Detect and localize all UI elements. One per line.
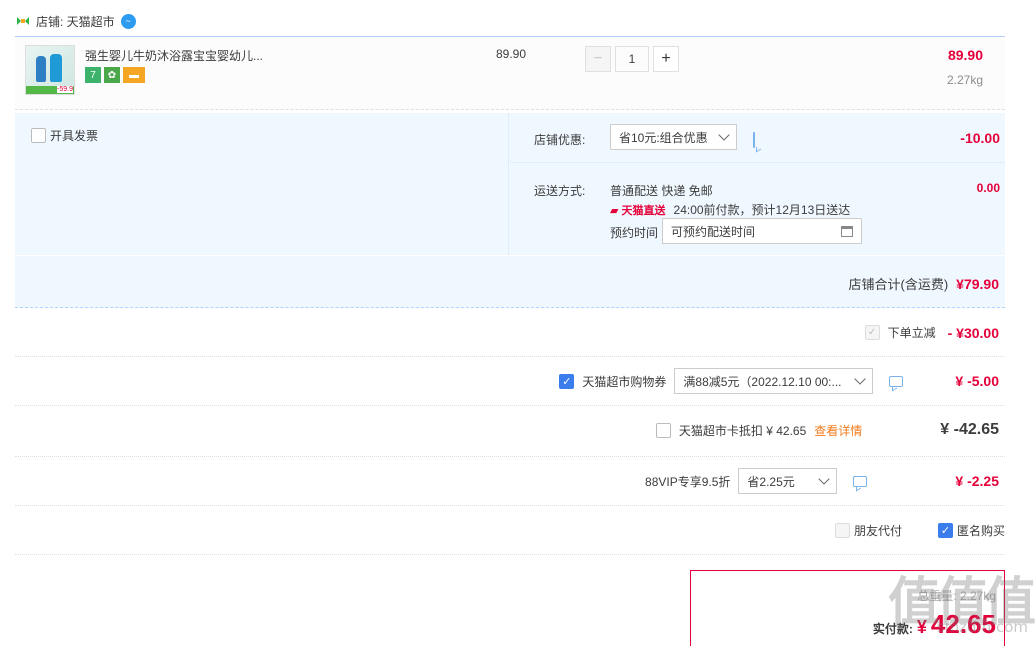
anonymous-purchase-checkbox[interactable]: ✓ xyxy=(937,523,953,538)
guarantee-icon: ✿ xyxy=(104,67,120,83)
vip-discount-label: 88VIP专享9.5折 xyxy=(645,474,731,489)
coupon-label[interactable]: 天猫超市购物券 xyxy=(582,373,666,390)
unit-price: 89.90 xyxy=(496,47,527,61)
delivery-label: 运送方式: xyxy=(534,184,586,198)
reserve-time-input[interactable]: 可预约配送时间 xyxy=(662,218,862,244)
shop-discount-selected: 省10元:组合优惠 xyxy=(619,130,708,145)
tmall-direct-tag: ▰ 天猫直送 xyxy=(610,202,666,218)
tmall-shop-icon xyxy=(17,17,29,25)
coupon-amount: ¥ -5.00 xyxy=(955,373,999,389)
item-total-price: 89.90 xyxy=(947,47,983,63)
coupon-selected: 满88减5元（2022.12.10 00:... xyxy=(683,374,842,389)
site-watermark-url: smzdm.com xyxy=(936,618,1028,636)
shop-discount-select[interactable]: 省10元:组合优惠 xyxy=(610,124,737,150)
shop-discount-label: 店铺优惠: xyxy=(534,133,586,147)
shop-name[interactable]: 店铺: 天猫超市 xyxy=(36,13,115,30)
card-details-link[interactable]: 查看详情 xyxy=(814,422,862,439)
wangwang-chat-icon[interactable]: ~ xyxy=(120,13,136,29)
item-weight: 2.27kg xyxy=(946,73,983,87)
delivery-method: 普通配送 快递 免邮 xyxy=(610,184,713,198)
shop-total-row: 店铺合计(含运费) ¥79.90 xyxy=(15,256,1005,308)
payment-options-row: 朋友代付 ✓ 匿名购买 xyxy=(15,506,1005,555)
instant-discount-amount: - ¥30.00 xyxy=(947,324,999,341)
tmall-cat-icon: ▰ xyxy=(610,204,619,217)
coupon-select[interactable]: 满88减5元（2022.12.10 00:... xyxy=(674,368,874,394)
vip-discount-row: 88VIP专享9.5折 省2.25元 ¥ -2.25 xyxy=(15,457,1005,506)
anonymous-purchase-label[interactable]: 匿名购买 xyxy=(957,522,1005,539)
decrease-quantity-button[interactable]: − xyxy=(585,46,611,72)
chevron-down-icon xyxy=(718,129,730,141)
card-deduction-row: 天猫超市卡抵扣 ¥ 42.65 查看详情 ¥ -42.65 xyxy=(15,406,1005,457)
shop-discount-section: 店铺优惠: 省10元:组合优惠 -10.00 xyxy=(510,113,1005,163)
invoice-checkbox[interactable] xyxy=(31,128,46,143)
chevron-down-icon xyxy=(818,473,831,485)
reserve-time-placeholder: 可预约配送时间 xyxy=(671,224,756,239)
increase-quantity-button[interactable]: + xyxy=(653,46,679,72)
quantity-stepper: − 1 + xyxy=(585,46,679,72)
cart-item-row: -59.9 强生婴儿牛奶沐浴露宝宝婴幼儿... 7 ✿ ▬ 89.90 − 1 … xyxy=(15,36,1005,110)
vip-discount-amount: ¥ -2.25 xyxy=(955,473,999,489)
coupon-row: ✓ 天猫超市购物券 满88减5元（2022.12.10 00:... ¥ -5.… xyxy=(15,357,1005,406)
thumb-price-tag: -59.9 xyxy=(57,86,73,93)
vip-discount-select[interactable]: 省2.25元 xyxy=(738,468,838,494)
vip-discount-selected: 省2.25元 xyxy=(747,474,795,489)
quantity-input[interactable]: 1 xyxy=(615,46,649,72)
card-deduction-label[interactable]: 天猫超市卡抵扣 ¥ 42.65 xyxy=(679,422,806,439)
delivery-section: 运送方式: 普通配送 快递 免邮 ▰ 天猫直送 24:00前付款，预计12月13… xyxy=(510,164,1005,255)
reserve-time-label: 预约时间 xyxy=(610,226,659,240)
invoice-section: 开具发票 xyxy=(15,113,509,255)
tmall-direct-label: 天猫直送 xyxy=(621,204,666,217)
calendar-icon xyxy=(841,225,853,237)
shop-discount-amount: -10.00 xyxy=(960,130,1000,146)
shop-header: 店铺: 天猫超市 ~ xyxy=(16,12,136,30)
shop-total-amount: ¥79.90 xyxy=(956,275,999,292)
instant-discount-checkbox: ✓ xyxy=(864,325,880,340)
delivery-eta-line: ▰ 天猫直送 24:00前付款，预计12月13日送达 xyxy=(610,201,850,218)
discount-info-icon[interactable] xyxy=(753,132,755,148)
coupon-info-icon[interactable] xyxy=(889,375,904,387)
delivery-eta: 24:00前付款，预计12月13日送达 xyxy=(673,203,851,217)
product-thumbnail[interactable]: -59.9 xyxy=(25,45,75,95)
instant-discount-label: 下单立减 xyxy=(887,326,936,340)
coupon-checkbox[interactable]: ✓ xyxy=(559,373,575,389)
chevron-down-icon xyxy=(854,373,867,385)
instant-discount-row: ✓ 下单立减 - ¥30.00 xyxy=(15,308,1005,357)
vip-info-icon[interactable] xyxy=(853,475,868,487)
card-payment-icon: ▬ xyxy=(123,67,145,83)
friend-pay-label: 朋友代付 xyxy=(853,524,902,538)
service-badges: 7 ✿ ▬ xyxy=(85,67,145,83)
seven-day-return-icon: 7 xyxy=(85,67,101,83)
product-title[interactable]: 强生婴儿牛奶沐浴露宝宝婴幼儿... xyxy=(85,47,263,64)
card-deduction-checkbox[interactable] xyxy=(655,422,671,438)
friend-pay-checkbox xyxy=(834,523,850,538)
order-options-panel: 开具发票 店铺优惠: 省10元:组合优惠 -10.00 运送方式: 普通配送 快… xyxy=(15,113,1005,255)
shop-total-label: 店铺合计(含运费) xyxy=(848,277,949,292)
invoice-label[interactable]: 开具发票 xyxy=(50,127,98,144)
card-deduction-amount: ¥ -42.65 xyxy=(940,421,999,438)
delivery-amount: 0.00 xyxy=(976,181,1000,195)
